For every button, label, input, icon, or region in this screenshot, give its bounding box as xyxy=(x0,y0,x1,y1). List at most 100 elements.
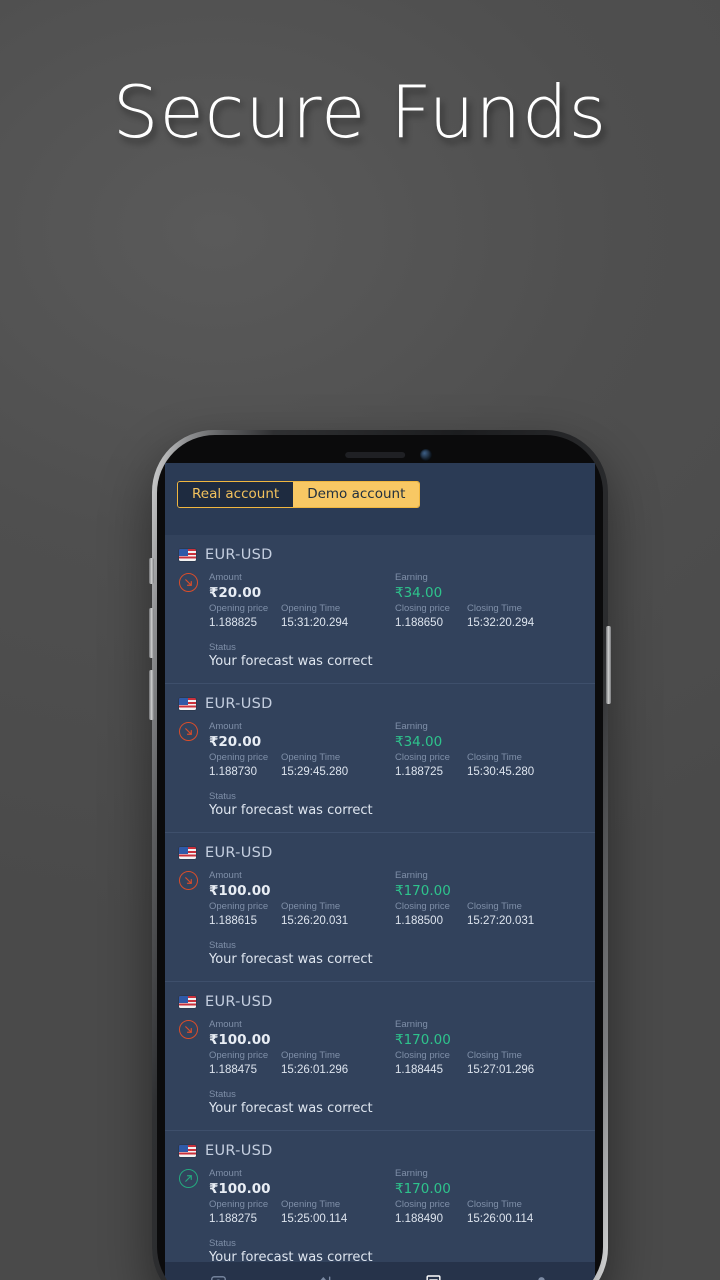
status-label: Status xyxy=(209,642,236,653)
opening-time-value: 15:31:20.294 xyxy=(281,617,349,629)
closing-time-label: Closing Time xyxy=(467,1199,522,1210)
opening-price-value: 1.188730 xyxy=(209,766,257,778)
currency-pair-label: EUR-USD xyxy=(205,845,273,861)
closing-price-value: 1.188445 xyxy=(395,1064,443,1076)
closing-price-label: Closing price xyxy=(395,901,450,912)
status-label: Status xyxy=(209,1238,236,1249)
direction-down-icon xyxy=(179,573,198,592)
nav-item-help[interactable]: ? xyxy=(165,1274,273,1280)
closing-values-row: 1.188650 15:32:20.294 xyxy=(395,616,581,631)
direction-down-icon xyxy=(179,1020,198,1039)
closing-price-value: 1.188725 xyxy=(395,766,443,778)
trade-right-column: Earning ₹34.00 Closing price Closing Time 1.… xyxy=(395,571,581,631)
earning-label: Earning xyxy=(395,1168,428,1179)
phone-power-button xyxy=(606,626,611,704)
opening-price-value: 1.188615 xyxy=(209,915,257,927)
opening-price-label: Opening price xyxy=(209,752,269,763)
opening-time-label: Opening Time xyxy=(281,901,341,912)
trade-status-block: Status Your forecast was correct xyxy=(179,641,581,669)
currency-pair-label: EUR-USD xyxy=(205,994,273,1010)
opening-labels-row: Opening price Opening Time xyxy=(209,1198,395,1212)
opening-values-row: 1.188275 15:25:00.114 xyxy=(209,1212,395,1227)
history-list-icon xyxy=(424,1274,443,1280)
earning-value: ₹170.00 xyxy=(395,883,451,899)
amount-value: ₹20.00 xyxy=(209,585,262,601)
nav-item-history[interactable] xyxy=(380,1274,488,1280)
status-value: Your forecast was correct xyxy=(209,952,373,967)
status-value: Your forecast was correct xyxy=(209,654,373,669)
opening-time-value: 15:26:01.296 xyxy=(281,1064,349,1076)
tab-demo-account[interactable]: Demo account xyxy=(293,482,420,507)
opening-time-value: 15:26:20.031 xyxy=(281,915,349,927)
trade-status-block: Status Your forecast was correct xyxy=(179,1088,581,1116)
closing-values-row: 1.188445 15:27:01.296 xyxy=(395,1063,581,1078)
closing-price-label: Closing price xyxy=(395,1050,450,1061)
closing-time-value: 15:27:20.031 xyxy=(467,915,535,927)
currency-flag-icon xyxy=(179,1145,196,1157)
opening-time-label: Opening Time xyxy=(281,603,341,614)
trade-left-column: Amount ₹20.00 Opening price Opening Time 1.1… xyxy=(209,571,395,631)
closing-time-label: Closing Time xyxy=(467,1050,522,1061)
amount-label: Amount xyxy=(209,1019,242,1030)
currency-pair-label: EUR-USD xyxy=(205,1143,273,1159)
help-icon: ? xyxy=(209,1274,228,1280)
trade-card-body: Amount ₹20.00 Opening price Opening Time 1.1… xyxy=(179,720,581,780)
opening-price-value: 1.188825 xyxy=(209,617,257,629)
opening-time-value: 15:29:45.280 xyxy=(281,766,349,778)
closing-values-row: 1.188490 15:26:00.114 xyxy=(395,1212,581,1227)
amount-value: ₹100.00 xyxy=(209,1032,271,1048)
opening-labels-row: Opening price Opening Time xyxy=(209,602,395,616)
account-type-toggle[interactable]: Real account Demo account xyxy=(177,481,421,508)
trade-card[interactable]: EUR-USD Amount ₹100.00 Opening price Opening… xyxy=(165,1131,595,1280)
opening-price-label: Opening price xyxy=(209,1050,269,1061)
tab-real-account[interactable]: Real account xyxy=(178,482,294,507)
trade-history-list[interactable]: EUR-USD Amount ₹20.00 Opening price Opening … xyxy=(165,535,595,1280)
earning-value: ₹34.00 xyxy=(395,734,443,750)
earning-label: Earning xyxy=(395,572,428,583)
trade-right-column: Earning ₹34.00 Closing price Closing Time 1.… xyxy=(395,720,581,780)
opening-values-row: 1.188825 15:31:20.294 xyxy=(209,616,395,631)
opening-time-label: Opening Time xyxy=(281,1199,341,1210)
bottom-navigation[interactable]: ? xyxy=(165,1261,595,1280)
earning-value: ₹34.00 xyxy=(395,585,443,601)
phone-volume-up-button xyxy=(149,608,154,658)
opening-values-row: 1.188730 15:29:45.280 xyxy=(209,765,395,780)
trade-card-body: Amount ₹100.00 Opening price Opening Time 1.… xyxy=(179,1018,581,1078)
closing-time-value: 15:32:20.294 xyxy=(467,617,535,629)
nav-item-trade[interactable] xyxy=(273,1274,381,1280)
trade-card[interactable]: EUR-USD Amount ₹20.00 Opening price Opening … xyxy=(165,684,595,833)
trade-status-block: Status Your forecast was correct xyxy=(179,790,581,818)
closing-time-label: Closing Time xyxy=(467,901,522,912)
trade-right-column: Earning ₹170.00 Closing price Closing Time 1… xyxy=(395,869,581,929)
opening-labels-row: Opening price Opening Time xyxy=(209,751,395,765)
status-value: Your forecast was correct xyxy=(209,803,373,818)
trade-arrows-icon xyxy=(317,1274,336,1280)
currency-flag-icon xyxy=(179,698,196,710)
phone-silence-switch xyxy=(149,558,154,584)
trade-card-header: EUR-USD xyxy=(179,845,581,861)
amount-value: ₹100.00 xyxy=(209,1181,271,1197)
closing-price-label: Closing price xyxy=(395,752,450,763)
trade-card[interactable]: EUR-USD Amount ₹20.00 Opening price Opening … xyxy=(165,535,595,684)
amount-label: Amount xyxy=(209,870,242,881)
trade-card[interactable]: EUR-USD Amount ₹100.00 Opening price Opening… xyxy=(165,833,595,982)
amount-label: Amount xyxy=(209,572,242,583)
earning-label: Earning xyxy=(395,870,428,881)
direction-down-icon xyxy=(179,871,198,890)
closing-price-label: Closing price xyxy=(395,1199,450,1210)
trade-card[interactable]: EUR-USD Amount ₹100.00 Opening price Opening… xyxy=(165,982,595,1131)
closing-time-value: 15:30:45.280 xyxy=(467,766,535,778)
closing-labels-row: Closing price Closing Time xyxy=(395,602,581,616)
trade-left-column: Amount ₹100.00 Opening price Opening Time 1.… xyxy=(209,1167,395,1227)
nav-item-profile[interactable] xyxy=(488,1274,596,1280)
amount-label: Amount xyxy=(209,1168,242,1179)
status-label: Status xyxy=(209,1089,236,1100)
opening-time-value: 15:25:00.114 xyxy=(281,1213,348,1225)
closing-values-row: 1.188500 15:27:20.031 xyxy=(395,914,581,929)
opening-time-label: Opening Time xyxy=(281,752,341,763)
status-value: Your forecast was correct xyxy=(209,1101,373,1116)
trade-card-body: Amount ₹100.00 Opening price Opening Time 1.… xyxy=(179,869,581,929)
trade-card-body: Amount ₹100.00 Opening price Opening Time 1.… xyxy=(179,1167,581,1227)
phone-mockup: Real account Demo account EUR-USD Amount ₹… xyxy=(149,430,611,1280)
trade-left-column: Amount ₹100.00 Opening price Opening Time 1.… xyxy=(209,869,395,929)
